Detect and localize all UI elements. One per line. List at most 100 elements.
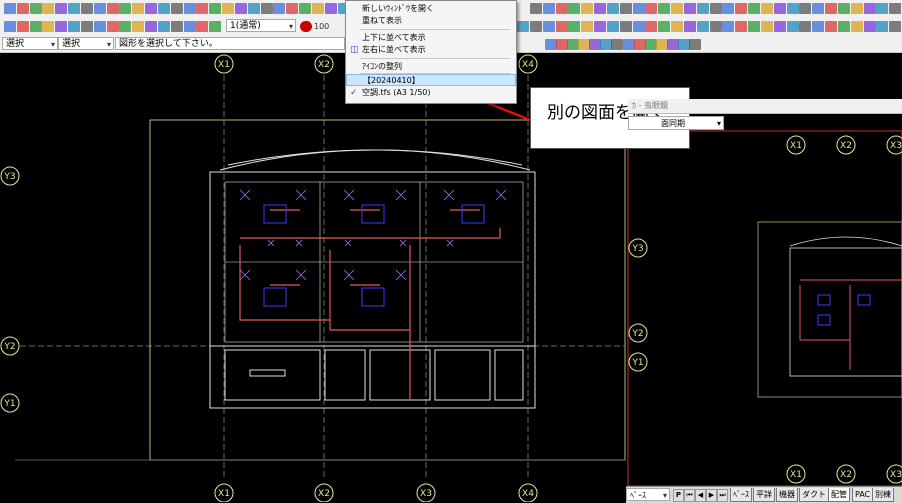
- toolbar-tool-icon[interactable]: [157, 3, 170, 14]
- layer-combo[interactable]: 1(通常) ▾: [226, 19, 296, 32]
- menu-item-drawing-20240410[interactable]: 【20240410】: [346, 74, 516, 86]
- toolbar-tool-icon[interactable]: [709, 3, 722, 14]
- toolbar-tool-icon[interactable]: [760, 21, 773, 32]
- toolbar-tool-icon[interactable]: [812, 21, 825, 32]
- toolbar-tool-icon[interactable]: [655, 39, 668, 50]
- toolbar-tool-icon[interactable]: [863, 21, 876, 32]
- toolbar-tool-icon[interactable]: [786, 21, 799, 32]
- toolbar-tool-icon[interactable]: [80, 21, 93, 32]
- toolbar-tool-icon[interactable]: [183, 3, 196, 14]
- select-mode-combo-2[interactable]: 選択 ▾: [58, 37, 114, 50]
- toolbar-tool-icon[interactable]: [658, 3, 671, 14]
- toolbar-tool-icon[interactable]: [594, 21, 607, 32]
- toolbar-tool-icon[interactable]: [196, 21, 209, 32]
- toolbar-tool-icon[interactable]: [611, 39, 624, 50]
- toolbar-tool-icon[interactable]: [119, 3, 132, 14]
- toolbar-tool-icon[interactable]: [132, 3, 145, 14]
- first-tab-button[interactable]: ⏮: [684, 489, 695, 502]
- toolbar-tool-icon[interactable]: [645, 3, 658, 14]
- second-window-titlebar[interactable]: ｶ - 虫眼鏡: [628, 99, 902, 114]
- drawing-canvas[interactable]: X1 X2 X4 X1 X2 X3 X4 Y3 Y2 Y1 X1 X2 X3 Y…: [0, 53, 902, 502]
- toolbar-tool-icon[interactable]: [68, 21, 81, 32]
- p-button[interactable]: P: [673, 489, 684, 502]
- toolbar-tool-icon[interactable]: [209, 21, 222, 32]
- toolbar-tool-icon[interactable]: [644, 39, 657, 50]
- toolbar-tool-icon[interactable]: [4, 21, 16, 32]
- toolbar-tool-icon[interactable]: [773, 21, 786, 32]
- toolbar-tool-icon[interactable]: [666, 39, 679, 50]
- menu-item-drawing-hvac[interactable]: ✓ 空調.tfs (A3 1/50): [346, 87, 516, 99]
- toolbar-tool-icon[interactable]: [517, 21, 530, 32]
- toolbar-tool-icon[interactable]: [42, 3, 55, 14]
- toolbar-tool-icon[interactable]: [16, 21, 29, 32]
- toolbar-tool-icon[interactable]: [529, 3, 542, 14]
- toolbar-tool-icon[interactable]: [29, 21, 42, 32]
- tab-plan-detail[interactable]: 平詳: [753, 488, 775, 502]
- sheet-combo[interactable]: ﾍﾞｰｽ ▾: [626, 488, 670, 501]
- toolbar-tool-icon[interactable]: [119, 21, 132, 32]
- menu-item-new-window[interactable]: 新しいｳｨﾝﾄﾞｳを開く: [346, 3, 516, 15]
- toolbar-tool-icon[interactable]: [606, 3, 619, 14]
- toolbar-tool-icon[interactable]: [735, 3, 748, 14]
- last-tab-button[interactable]: ⏭: [717, 489, 728, 502]
- toolbar-tool-icon[interactable]: [683, 3, 696, 14]
- toolbar-tool-icon[interactable]: [606, 21, 619, 32]
- toolbar-tool-icon[interactable]: [581, 21, 594, 32]
- toolbar-tool-icon[interactable]: [16, 3, 29, 14]
- toolbar-tool-icon[interactable]: [773, 3, 786, 14]
- toolbar-tool-icon[interactable]: [42, 21, 55, 32]
- toolbar-tool-icon[interactable]: [234, 3, 247, 14]
- toolbar-tool-icon[interactable]: [132, 21, 145, 32]
- tab-equipment[interactable]: 機器: [776, 488, 798, 502]
- menu-item-tile-horizontal[interactable]: 上下に並べて表示: [346, 32, 516, 44]
- toolbar-tool-icon[interactable]: [555, 21, 568, 32]
- toolbar-tool-icon[interactable]: [529, 21, 542, 32]
- toolbar-tool-icon[interactable]: [889, 21, 902, 32]
- toolbar-tool-icon[interactable]: [299, 3, 312, 14]
- prev-tab-button[interactable]: ◀: [695, 489, 706, 502]
- toolbar-tool-icon[interactable]: [68, 3, 81, 14]
- toolbar-tool-icon[interactable]: [80, 3, 93, 14]
- toolbar-tool-icon[interactable]: [286, 3, 299, 14]
- toolbar-tool-icon[interactable]: [825, 3, 838, 14]
- scale-icon[interactable]: [300, 21, 312, 32]
- tab-piping[interactable]: 配管: [828, 488, 850, 502]
- toolbar-tool-icon[interactable]: [735, 21, 748, 32]
- toolbar-tool-icon[interactable]: [633, 39, 646, 50]
- toolbar-tool-icon[interactable]: [709, 21, 722, 32]
- toolbar-tool-icon[interactable]: [722, 21, 735, 32]
- toolbar-tool-icon[interactable]: [222, 3, 235, 14]
- menu-item-tile-vertical[interactable]: ◫ 左右に並べて表示: [346, 44, 516, 56]
- toolbar-tool-icon[interactable]: [619, 3, 632, 14]
- tab-pac[interactable]: PAC: [852, 488, 874, 502]
- toolbar-tool-icon[interactable]: [183, 21, 196, 32]
- toolbar-tool-icon[interactable]: [619, 21, 632, 32]
- toolbar-tool-icon[interactable]: [748, 3, 761, 14]
- toolbar-tool-icon[interactable]: [542, 3, 555, 14]
- toolbar-tool-icon[interactable]: [555, 3, 568, 14]
- toolbar-tool-icon[interactable]: [722, 3, 735, 14]
- toolbar-tool-icon[interactable]: [106, 21, 119, 32]
- toolbar-tool-icon[interactable]: [748, 21, 761, 32]
- toolbar-tool-icon[interactable]: [145, 21, 158, 32]
- toolbar-tool-icon[interactable]: [106, 3, 119, 14]
- select-mode-combo-1[interactable]: 選択 ▾: [2, 37, 58, 50]
- menu-item-cascade[interactable]: 重ねて表示: [346, 15, 516, 27]
- toolbar-tool-icon[interactable]: [209, 3, 222, 14]
- toolbar-tool-icon[interactable]: [622, 39, 635, 50]
- toolbar-tool-icon[interactable]: [4, 3, 16, 14]
- toolbar-tool-icon[interactable]: [196, 3, 209, 14]
- next-tab-button[interactable]: ▶: [706, 489, 717, 502]
- toolbar-tool-icon[interactable]: [145, 3, 158, 14]
- toolbar-tool-icon[interactable]: [157, 21, 170, 32]
- toolbar-tool-icon[interactable]: [696, 21, 709, 32]
- toolbar-tool-icon[interactable]: [876, 3, 889, 14]
- toolbar-tool-icon[interactable]: [696, 3, 709, 14]
- toolbar-tool-icon[interactable]: [260, 3, 273, 14]
- tab-duct[interactable]: ダクト: [799, 488, 829, 502]
- toolbar-tool-icon[interactable]: [760, 3, 773, 14]
- toolbar-tool-icon[interactable]: [799, 3, 812, 14]
- toolbar-tool-icon[interactable]: [645, 21, 658, 32]
- toolbar-tool-icon[interactable]: [542, 21, 555, 32]
- toolbar-tool-icon[interactable]: [850, 21, 863, 32]
